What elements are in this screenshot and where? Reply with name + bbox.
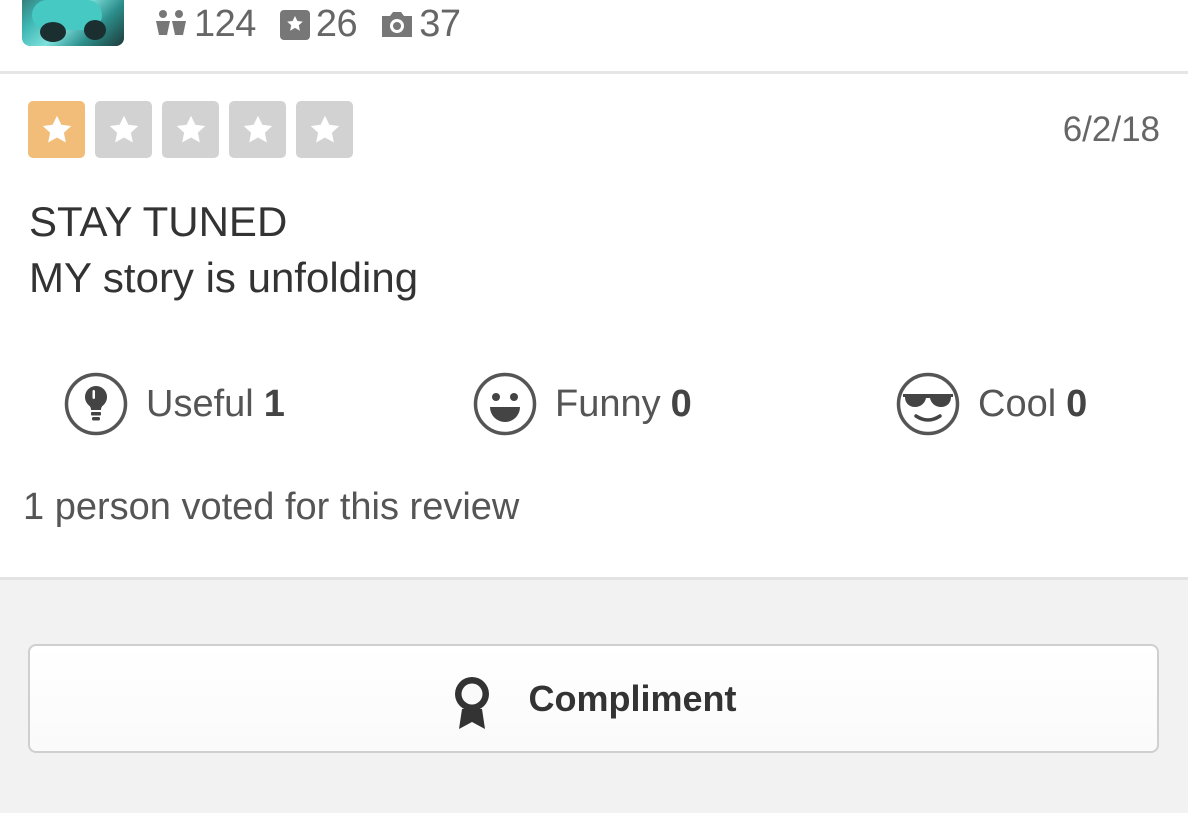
star-4	[229, 101, 286, 158]
review-line: MY story is unfolding	[29, 254, 419, 301]
photos-stat: 37	[379, 2, 461, 46]
star-3	[162, 101, 219, 158]
cool-label: Cool	[978, 382, 1057, 425]
star-2	[95, 101, 152, 158]
star-icon	[42, 115, 71, 142]
reviews-count: 26	[315, 2, 358, 45]
useful-label: Useful	[146, 382, 254, 425]
lightbulb-icon	[64, 372, 128, 436]
smiley-icon	[473, 372, 537, 436]
star-box-icon	[279, 10, 310, 40]
vote-bar: Useful 1 Funny 0 Cool 0	[0, 372, 1188, 436]
photos-count: 37	[419, 2, 461, 45]
star-5	[296, 101, 353, 158]
useful-count: 1	[263, 382, 285, 425]
user-stats: 124 26 37	[152, 2, 482, 46]
funny-count: 0	[670, 382, 692, 425]
sunglasses-icon	[896, 372, 960, 436]
friends-icon	[156, 10, 186, 35]
star-icon	[310, 115, 339, 142]
user-header: 124 26 37	[0, 0, 1188, 72]
compliment-label: Compliment	[528, 677, 737, 719]
useful-button[interactable]: Useful 1	[64, 372, 285, 436]
star-rating	[28, 101, 363, 158]
star-1	[28, 101, 85, 158]
review-date: 6/2/18	[1062, 110, 1160, 149]
review-text: STAY TUNED MY story is unfolding	[29, 194, 418, 306]
vote-summary: 1 person voted for this review	[23, 486, 520, 528]
award-ribbon-icon	[455, 676, 490, 729]
friends-stat: 124	[152, 3, 256, 46]
reviews-stat: 26	[278, 2, 358, 46]
funny-label: Funny	[555, 382, 661, 425]
action-area: Compliment	[0, 577, 1188, 813]
friends-count: 124	[194, 2, 256, 45]
star-icon	[243, 115, 272, 142]
star-icon	[109, 115, 138, 142]
camera-icon	[382, 12, 413, 37]
funny-button[interactable]: Funny 0	[473, 372, 692, 436]
cool-button[interactable]: Cool 0	[896, 372, 1087, 436]
header-divider	[0, 71, 1188, 74]
star-icon	[176, 115, 205, 142]
cool-count: 0	[1066, 382, 1088, 425]
review-line: STAY TUNED	[29, 198, 288, 245]
compliment-button[interactable]: Compliment	[28, 644, 1159, 753]
avatar[interactable]	[22, 0, 124, 46]
